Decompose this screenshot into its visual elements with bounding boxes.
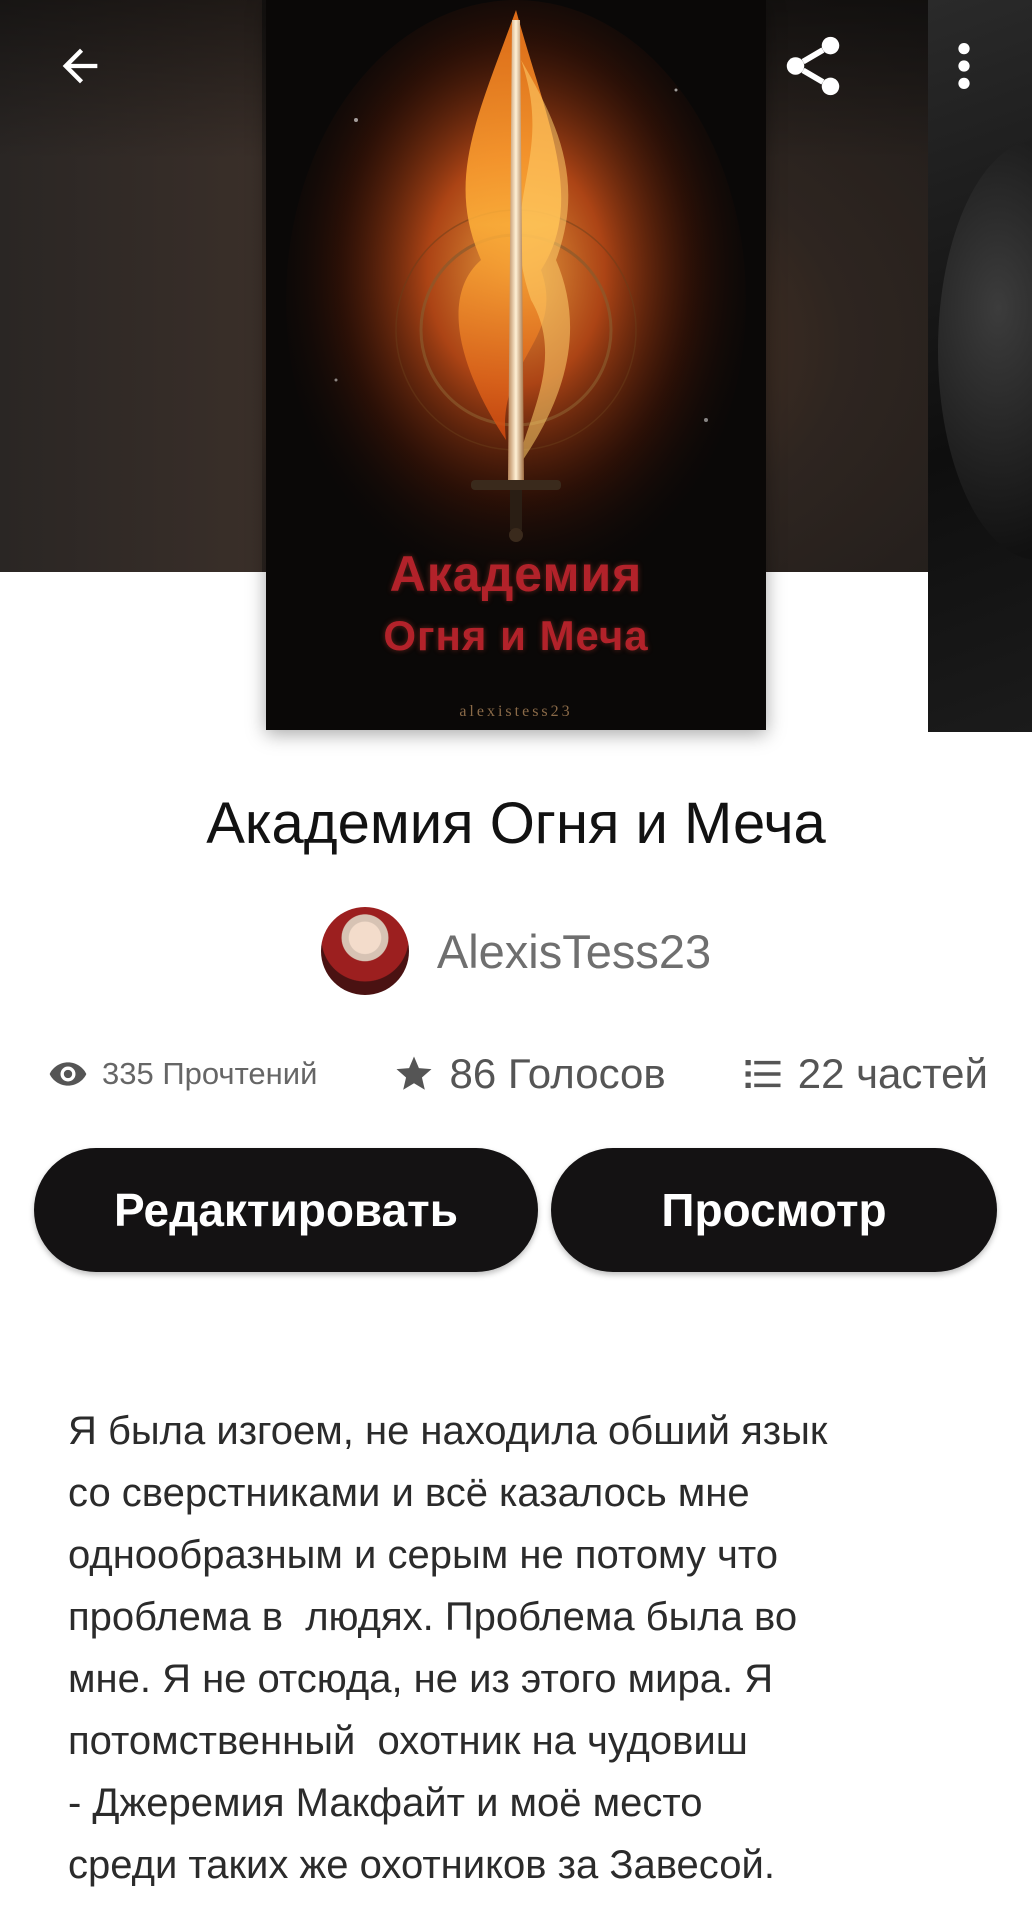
story-description: Я была изгоем, не находила обший язык со… (68, 1400, 968, 1896)
stat-reads-label: 335 Прочтений (102, 1056, 318, 1091)
stat-parts-label: 22 частей (797, 1050, 988, 1097)
story-title: Академия Огня и Меча (206, 791, 826, 856)
cover-title-line2: Огня и Меча (383, 612, 649, 659)
share-button[interactable] (777, 30, 849, 102)
more-options-button[interactable] (928, 30, 1000, 102)
next-cover-art (938, 140, 1032, 560)
stat-votes: 86 Голосов (393, 1050, 666, 1098)
description-line: Я была изгоем, не находила обший язык (68, 1409, 828, 1453)
stat-parts: 22 частей (742, 1050, 988, 1098)
cover-title-line1: Академия (389, 546, 643, 602)
description-line: однообразным и серым не потому что (68, 1533, 778, 1577)
edit-button[interactable]: Редактировать (34, 1148, 538, 1272)
back-button[interactable] (44, 30, 116, 102)
description-line: среди таких же охотников за Завесой. (68, 1843, 775, 1887)
arrow-left-icon (62, 48, 98, 84)
list-icon (745, 1060, 781, 1088)
stat-reads: 335 Прочтений (48, 1054, 317, 1094)
star-icon (396, 1056, 432, 1090)
description-line: проблема в людях. Проблема была во (68, 1595, 798, 1639)
author-name[interactable]: AlexisTess23 (437, 924, 711, 979)
stat-votes-label: 86 Голосов (449, 1050, 666, 1097)
eye-icon (49, 1062, 87, 1086)
author-avatar[interactable] (320, 907, 409, 995)
share-icon (786, 36, 840, 96)
more-vertical-icon (958, 43, 970, 89)
cover-author-mark: alexistess23 (459, 703, 573, 720)
next-cover-preview[interactable] (928, 0, 1032, 732)
preview-button[interactable]: Просмотр (551, 1148, 997, 1272)
story-cover[interactable]: Академия Огня и Меча alexistess23 (266, 0, 766, 730)
description-line: со сверстниками и всё казалось мне (68, 1471, 750, 1515)
author-row[interactable]: AlexisTess23 (0, 906, 1032, 996)
description-line: потомственный охотник на чудовиш (68, 1719, 748, 1763)
description-line: - Джеремия Макфайт и моё место (68, 1781, 703, 1825)
description-line: мне. Я не отсюда, не из этого мира. Я (68, 1657, 774, 1701)
story-stats: 335 Прочтений 86 Голосов 22 частей (48, 1044, 988, 1104)
